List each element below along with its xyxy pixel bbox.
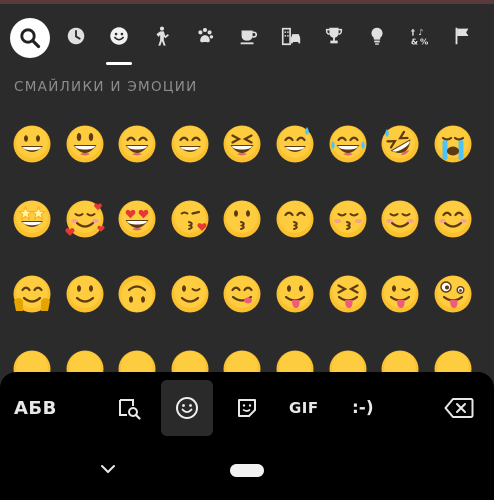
emoji-relaxed[interactable]	[379, 198, 421, 240]
tab-recent[interactable]	[60, 20, 92, 52]
tab-travel[interactable]	[275, 20, 307, 52]
emoji-heart-eyes[interactable]	[116, 198, 158, 240]
active-tab-indicator	[106, 62, 132, 65]
home-pill[interactable]	[230, 464, 264, 477]
emoji-squint-tongue[interactable]	[327, 273, 369, 315]
emoji-kiss-closed-eyes[interactable]	[327, 198, 369, 240]
svg-text:&: &	[411, 36, 418, 46]
sticker-button[interactable]	[230, 380, 264, 436]
clock-icon	[67, 27, 85, 45]
keyboard-bottom-bar: АБВ GIF :-)	[0, 372, 494, 500]
emoji-hug[interactable]	[11, 273, 53, 315]
bulb-icon	[371, 27, 383, 45]
paw-icon	[198, 28, 214, 43]
symbols-icon: † ♪ & %	[411, 27, 428, 46]
tab-symbols[interactable]: † ♪ & %	[404, 20, 436, 52]
emoji-kiss-smile-eyes[interactable]	[274, 198, 316, 240]
section-title: СМАЙЛИКИ И ЭМОЦИИ	[14, 79, 198, 95]
tab-food[interactable]	[232, 20, 264, 52]
emoji-kiss-heart[interactable]	[169, 198, 211, 240]
emoji-smile[interactable]	[116, 123, 158, 165]
tab-smileys[interactable]	[103, 20, 135, 52]
emoji-yum[interactable]	[221, 273, 263, 315]
emoji-blush[interactable]	[432, 198, 474, 240]
abc-keyboard-button[interactable]: АБВ	[14, 380, 57, 436]
emoji-sweat-smile[interactable]	[274, 123, 316, 165]
emoticon-button[interactable]: :-)	[352, 380, 374, 436]
chevron-down-icon[interactable]	[98, 462, 118, 476]
emoji-beam[interactable]	[169, 123, 211, 165]
building-car-icon	[281, 27, 301, 46]
emoji-wink[interactable]	[169, 273, 211, 315]
emoji-smiley[interactable]	[64, 123, 106, 165]
emoji-joy[interactable]	[327, 123, 369, 165]
tab-flags[interactable]	[446, 20, 478, 52]
emoji-grin[interactable]	[11, 123, 53, 165]
emoji-tongue[interactable]	[274, 273, 316, 315]
smiley-icon	[110, 27, 128, 45]
svg-text:%: %	[420, 36, 428, 46]
emoji-star-struck[interactable]	[11, 198, 53, 240]
emoji-laughing[interactable]	[221, 123, 263, 165]
emoji-grid	[0, 112, 494, 382]
tab-people[interactable]	[146, 20, 178, 52]
search-icon	[20, 28, 41, 49]
backspace-icon	[444, 398, 474, 418]
sticker-search-button[interactable]	[112, 380, 146, 436]
trophy-icon	[325, 27, 343, 44]
sticker-search-icon	[119, 399, 141, 420]
emoji-icon	[176, 397, 198, 419]
emoji-upside-down[interactable]	[116, 273, 158, 315]
emoji-slight-smile[interactable]	[64, 273, 106, 315]
tab-objects[interactable]	[361, 20, 393, 52]
emoji-tab-button[interactable]	[161, 380, 213, 436]
category-tab-bar: † ♪ & %	[0, 4, 494, 68]
tab-animals[interactable]	[189, 20, 221, 52]
sticker-icon	[238, 399, 256, 417]
emoji-kissing[interactable]	[221, 198, 263, 240]
emoji-wink-tongue[interactable]	[379, 273, 421, 315]
emoji-sob[interactable]	[432, 123, 474, 165]
gif-button[interactable]: GIF	[289, 380, 319, 436]
search-tab[interactable]	[10, 18, 50, 58]
backspace-button[interactable]	[441, 380, 477, 436]
emoji-zany[interactable]	[432, 273, 474, 315]
emoji-rofl[interactable]	[379, 123, 421, 165]
person-icon	[156, 26, 169, 46]
cup-icon	[240, 30, 258, 45]
tab-activities[interactable]	[318, 20, 350, 52]
flag-icon	[455, 27, 469, 45]
emoji-hearts-face[interactable]	[64, 198, 106, 240]
